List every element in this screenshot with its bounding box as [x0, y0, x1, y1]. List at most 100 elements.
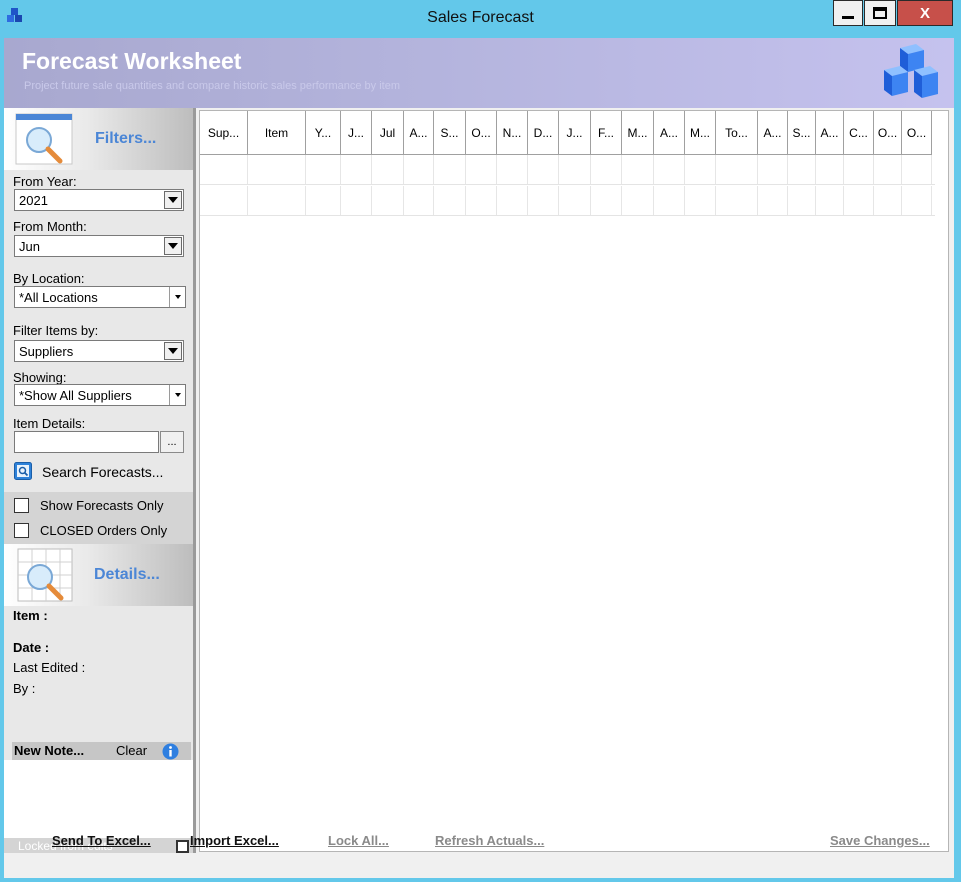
- grid-cell[interactable]: [341, 186, 372, 215]
- closed-orders-only-checkbox[interactable]: [14, 523, 29, 538]
- locked-from-edits-checkbox[interactable]: [176, 840, 189, 853]
- import-excel-link[interactable]: Import Excel...: [190, 833, 279, 848]
- grid-cell[interactable]: [200, 155, 248, 184]
- grid-cell[interactable]: [497, 186, 528, 215]
- show-forecasts-only-checkbox[interactable]: [14, 498, 29, 513]
- note-textarea[interactable]: [4, 760, 193, 838]
- filter-items-by-select[interactable]: Suppliers: [14, 340, 184, 362]
- grid-cell[interactable]: [591, 155, 622, 184]
- item-details-browse-button[interactable]: ...: [160, 431, 184, 453]
- lock-all-link[interactable]: Lock All...: [328, 833, 389, 848]
- grid-cell[interactable]: [248, 186, 306, 215]
- column-header[interactable]: J...: [341, 111, 372, 155]
- grid-cell[interactable]: [716, 155, 758, 184]
- grid-cell[interactable]: [372, 155, 404, 184]
- showing-select[interactable]: *Show All Suppliers: [14, 384, 186, 406]
- column-header[interactable]: Y...: [306, 111, 341, 155]
- from-year-select[interactable]: 2021: [14, 189, 184, 211]
- column-header[interactable]: M...: [622, 111, 654, 155]
- by-location-select[interactable]: *All Locations: [14, 286, 186, 308]
- grid-cell[interactable]: [654, 155, 685, 184]
- column-header[interactable]: O...: [902, 111, 932, 155]
- from-year-dropdown-button[interactable]: [164, 191, 182, 209]
- grid-cell[interactable]: [902, 186, 932, 215]
- grid-cell[interactable]: [306, 186, 341, 215]
- grid-cell[interactable]: [466, 186, 497, 215]
- grid-cell[interactable]: [466, 155, 497, 184]
- grid-cell[interactable]: [404, 186, 434, 215]
- filter-items-by-dropdown-button[interactable]: [164, 342, 182, 360]
- forecast-grid[interactable]: Sup... Item Y... J... Jul A... S... O... N... D..…: [199, 110, 949, 852]
- grid-cell[interactable]: [497, 155, 528, 184]
- grid-cell[interactable]: [758, 186, 788, 215]
- grid-cell[interactable]: [434, 186, 466, 215]
- grid-cell[interactable]: [844, 155, 874, 184]
- grid-cell[interactable]: [248, 155, 306, 184]
- column-header[interactable]: To...: [716, 111, 758, 155]
- info-icon[interactable]: [162, 743, 179, 760]
- column-header[interactable]: A...: [758, 111, 788, 155]
- from-month-dropdown-button[interactable]: [164, 237, 182, 255]
- column-header[interactable]: Sup...: [200, 111, 248, 155]
- grid-cell[interactable]: [758, 155, 788, 184]
- column-header[interactable]: Jul: [372, 111, 404, 155]
- send-to-excel-link[interactable]: Send To Excel...: [52, 833, 151, 848]
- column-header[interactable]: A...: [404, 111, 434, 155]
- grid-cell[interactable]: [341, 155, 372, 184]
- new-note-button[interactable]: New Note...: [14, 743, 84, 758]
- table-row[interactable]: [200, 186, 935, 216]
- grid-cell[interactable]: [844, 186, 874, 215]
- chevron-down-icon: [174, 295, 181, 299]
- column-header[interactable]: O...: [466, 111, 497, 155]
- grid-cell[interactable]: [716, 186, 758, 215]
- grid-cell[interactable]: [874, 186, 902, 215]
- grid-cell[interactable]: [874, 155, 902, 184]
- grid-cell[interactable]: [685, 155, 716, 184]
- minimize-button[interactable]: [833, 0, 863, 26]
- filters-section-header[interactable]: Filters...: [4, 108, 193, 170]
- grid-cell[interactable]: [591, 186, 622, 215]
- grid-cell[interactable]: [654, 186, 685, 215]
- close-button[interactable]: X: [897, 0, 953, 26]
- grid-cell[interactable]: [622, 155, 654, 184]
- grid-cell[interactable]: [622, 186, 654, 215]
- column-header[interactable]: J...: [559, 111, 591, 155]
- showing-dropdown-button[interactable]: [169, 385, 185, 405]
- maximize-button[interactable]: [864, 0, 896, 26]
- column-header[interactable]: C...: [844, 111, 874, 155]
- grid-cell[interactable]: [372, 186, 404, 215]
- from-month-select[interactable]: Jun: [14, 235, 184, 257]
- grid-cell[interactable]: [434, 155, 466, 184]
- save-changes-link[interactable]: Save Changes...: [830, 833, 930, 848]
- item-details-input[interactable]: [14, 431, 159, 453]
- search-forecasts-button[interactable]: Search Forecasts...: [14, 462, 189, 482]
- column-header[interactable]: D...: [528, 111, 559, 155]
- grid-cell[interactable]: [816, 186, 844, 215]
- column-header[interactable]: A...: [816, 111, 844, 155]
- grid-cell[interactable]: [816, 155, 844, 184]
- column-header[interactable]: M...: [685, 111, 716, 155]
- grid-cell[interactable]: [685, 186, 716, 215]
- grid-cell[interactable]: [528, 155, 559, 184]
- column-header[interactable]: S...: [788, 111, 816, 155]
- refresh-actuals-link[interactable]: Refresh Actuals...: [435, 833, 544, 848]
- grid-cell[interactable]: [559, 155, 591, 184]
- grid-cell[interactable]: [788, 155, 816, 184]
- column-header[interactable]: Item: [248, 111, 306, 155]
- column-header[interactable]: F...: [591, 111, 622, 155]
- details-section-header[interactable]: Details...: [4, 544, 193, 606]
- column-header[interactable]: O...: [874, 111, 902, 155]
- grid-cell[interactable]: [902, 155, 932, 184]
- table-row[interactable]: [200, 155, 935, 185]
- grid-cell[interactable]: [306, 155, 341, 184]
- grid-cell[interactable]: [404, 155, 434, 184]
- grid-cell[interactable]: [528, 186, 559, 215]
- grid-cell[interactable]: [200, 186, 248, 215]
- grid-cell[interactable]: [788, 186, 816, 215]
- column-header[interactable]: A...: [654, 111, 685, 155]
- column-header[interactable]: N...: [497, 111, 528, 155]
- clear-note-button[interactable]: Clear: [116, 743, 147, 758]
- column-header[interactable]: S...: [434, 111, 466, 155]
- by-location-dropdown-button[interactable]: [169, 287, 185, 307]
- grid-cell[interactable]: [559, 186, 591, 215]
